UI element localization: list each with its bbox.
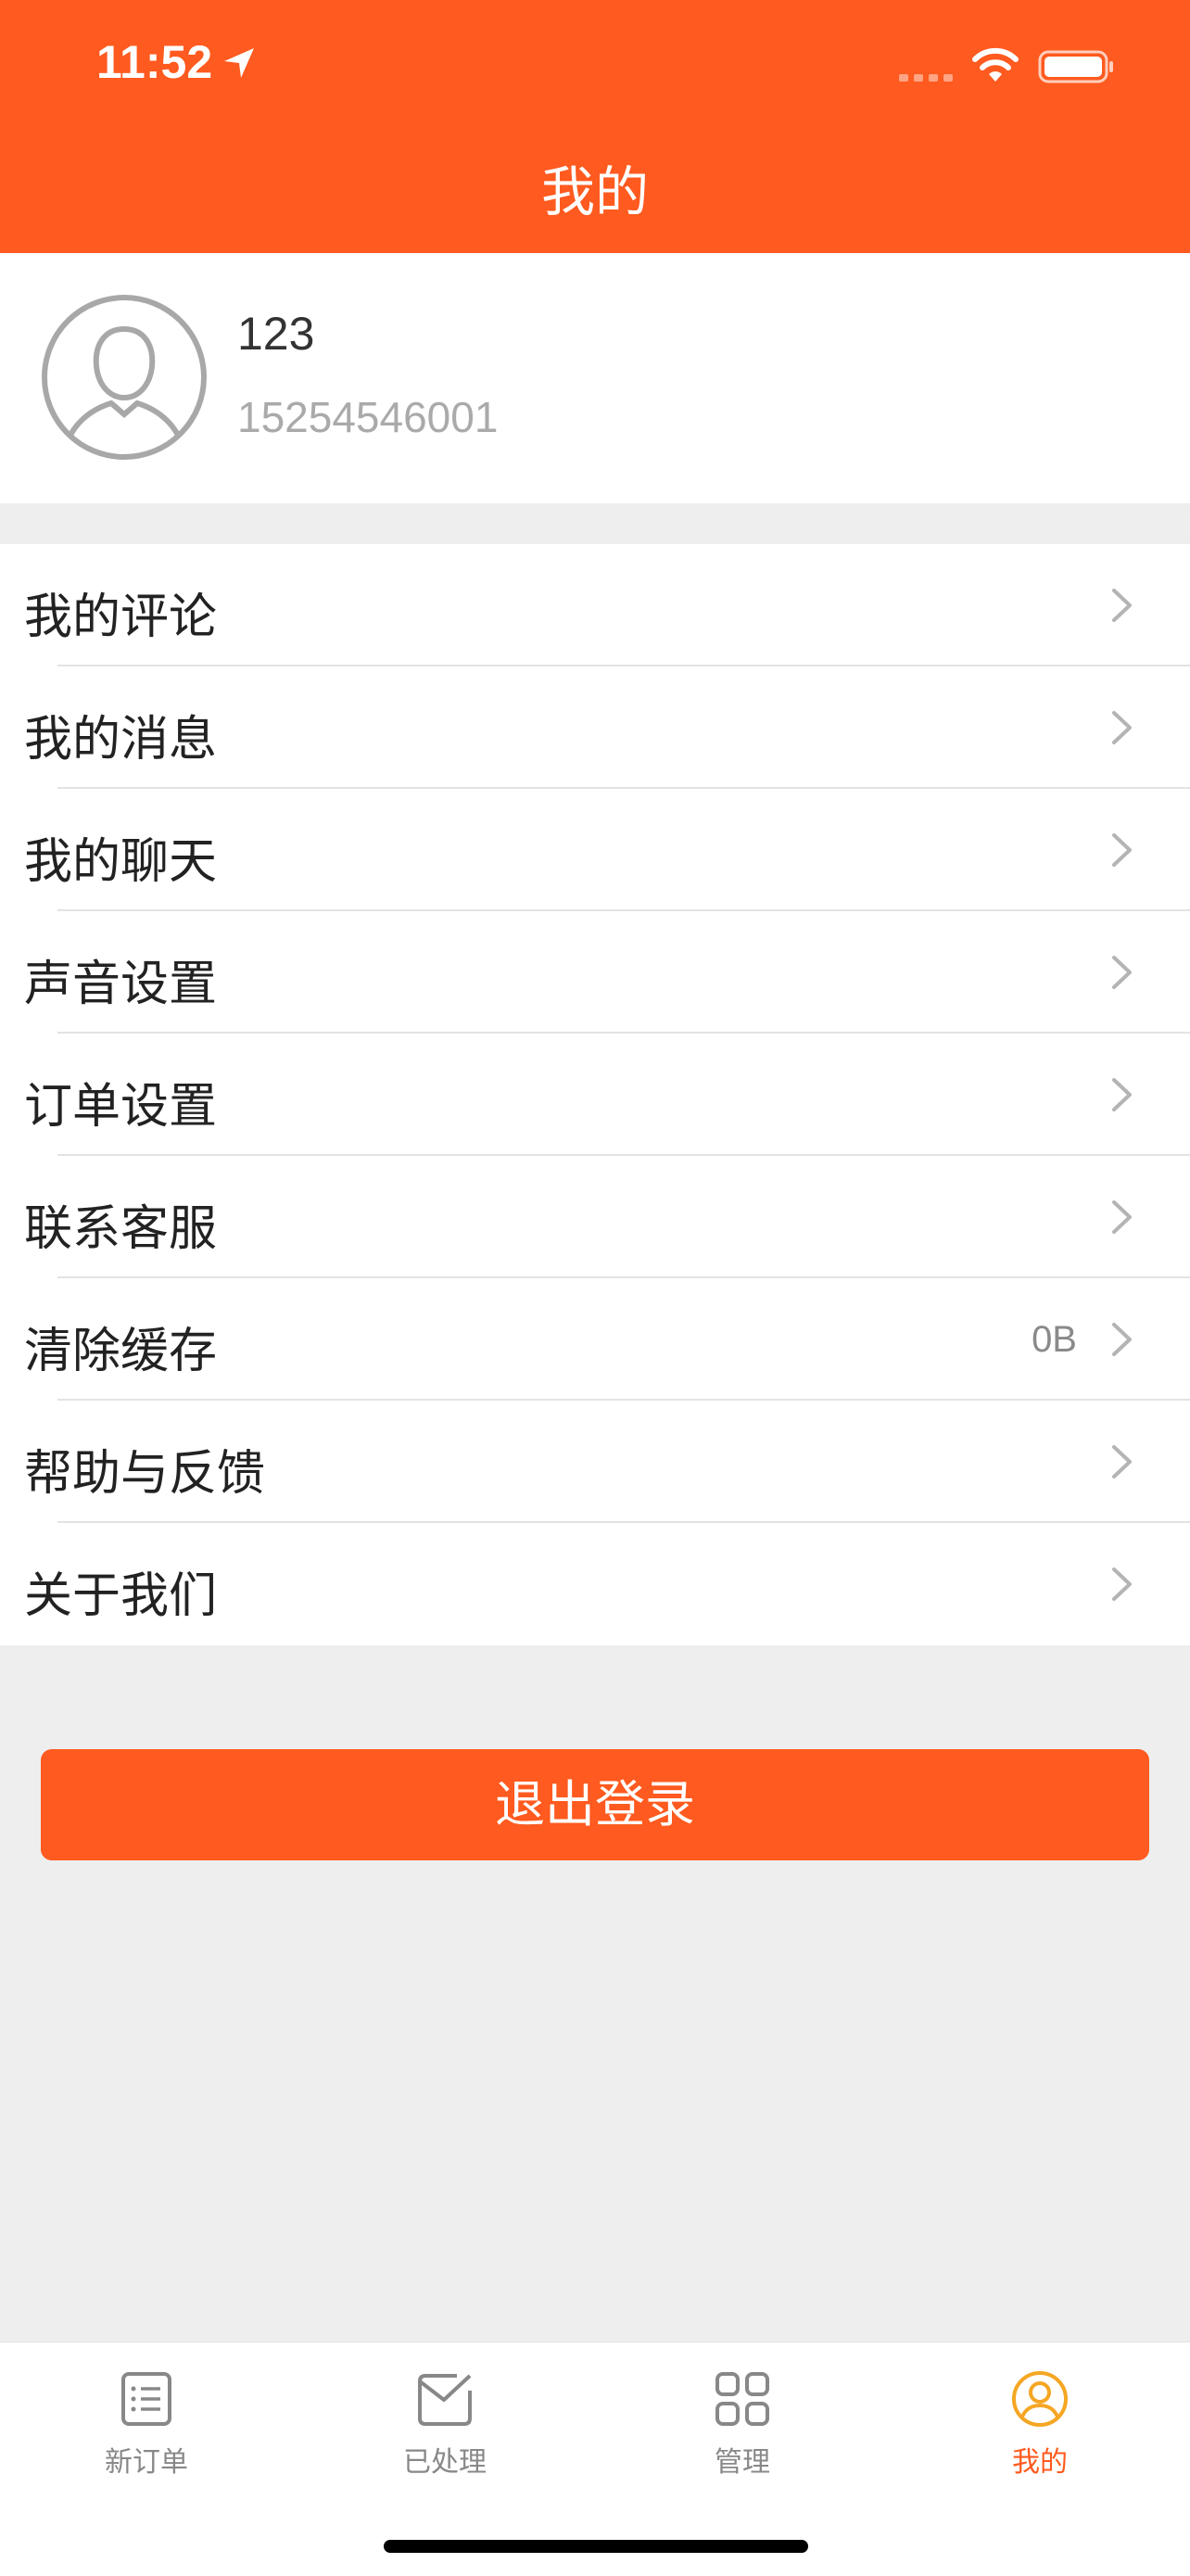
location-arrow-icon: [224, 48, 254, 78]
tab-mine[interactable]: 我的: [947, 2370, 1133, 2500]
tab-processed[interactable]: 已处理: [352, 2370, 538, 2500]
tab-label: 我的: [1012, 2446, 1068, 2479]
page-title: 我的: [540, 160, 649, 223]
status-bar: 11:52: [0, 0, 1190, 130]
menu-item-about-us[interactable]: 关于我们: [0, 1523, 1190, 1645]
menu-item-customer-service[interactable]: 联系客服: [0, 1156, 1190, 1278]
menu-item-chat[interactable]: 我的聊天: [0, 789, 1190, 911]
tab-label: 新订单: [105, 2446, 188, 2479]
chevron-right-icon: [1112, 1323, 1132, 1356]
menu-item-label: 我的聊天: [24, 834, 218, 890]
chevron-right-icon: [1112, 711, 1132, 744]
tab-label: 管理: [715, 2446, 770, 2479]
menu-item-label: 联系客服: [24, 1201, 218, 1257]
mail-check-icon: [418, 2374, 472, 2426]
menu-item-label: 我的评论: [24, 590, 218, 645]
chevron-right-icon: [1112, 1200, 1132, 1234]
menu-item-label: 我的消息: [24, 712, 218, 768]
menu-item-help-feedback[interactable]: 帮助与反馈: [0, 1401, 1190, 1523]
wifi-icon: [972, 47, 1019, 82]
cache-size: 0B: [1032, 1319, 1077, 1360]
chevron-right-icon: [1112, 1567, 1132, 1601]
menu-item-order-settings[interactable]: 订单设置: [0, 1034, 1190, 1156]
profile-card[interactable]: 123 15254546001: [0, 253, 1190, 503]
status-time: 11:52: [96, 36, 213, 88]
chevron-right-icon: [1112, 1445, 1132, 1478]
grid-icon: [715, 2372, 769, 2426]
chevron-right-icon: [1112, 589, 1132, 622]
user-icon: [1012, 2371, 1068, 2427]
menu-item-clear-cache[interactable]: 清除缓存 0B: [0, 1278, 1190, 1401]
chevron-right-icon: [1112, 956, 1132, 989]
menu-item-label: 声音设置: [24, 957, 218, 1012]
logout-button[interactable]: 退出登录: [41, 1749, 1149, 1860]
list-icon: [121, 2372, 171, 2426]
menu-item-comments[interactable]: 我的评论: [0, 544, 1190, 666]
chevron-right-icon: [1112, 833, 1132, 867]
tab-label: 已处理: [403, 2446, 487, 2479]
user-phone: 15254546001: [237, 393, 499, 441]
signal-icon: [899, 74, 953, 82]
battery-icon: [1038, 50, 1113, 83]
header: 11:52 我的: [0, 0, 1190, 253]
user-name: 123: [237, 308, 315, 360]
menu-item-label: 关于我们: [24, 1568, 218, 1624]
chevron-right-icon: [1112, 1078, 1132, 1111]
tab-manage[interactable]: 管理: [650, 2370, 835, 2500]
tab-new-orders[interactable]: 新订单: [54, 2370, 239, 2500]
menu-item-label: 清除缓存: [24, 1324, 218, 1379]
menu-item-label: 订单设置: [24, 1079, 218, 1135]
home-indicator: [384, 2540, 808, 2553]
settings-menu: 我的评论 我的消息 我的聊天 声音设置 订单设置 联系客服 清除缓存 0B 帮助…: [0, 544, 1190, 1645]
menu-item-label: 帮助与反馈: [24, 1446, 266, 1502]
avatar: [42, 295, 207, 460]
menu-item-sound-settings[interactable]: 声音设置: [0, 911, 1190, 1034]
menu-item-messages[interactable]: 我的消息: [0, 666, 1190, 789]
